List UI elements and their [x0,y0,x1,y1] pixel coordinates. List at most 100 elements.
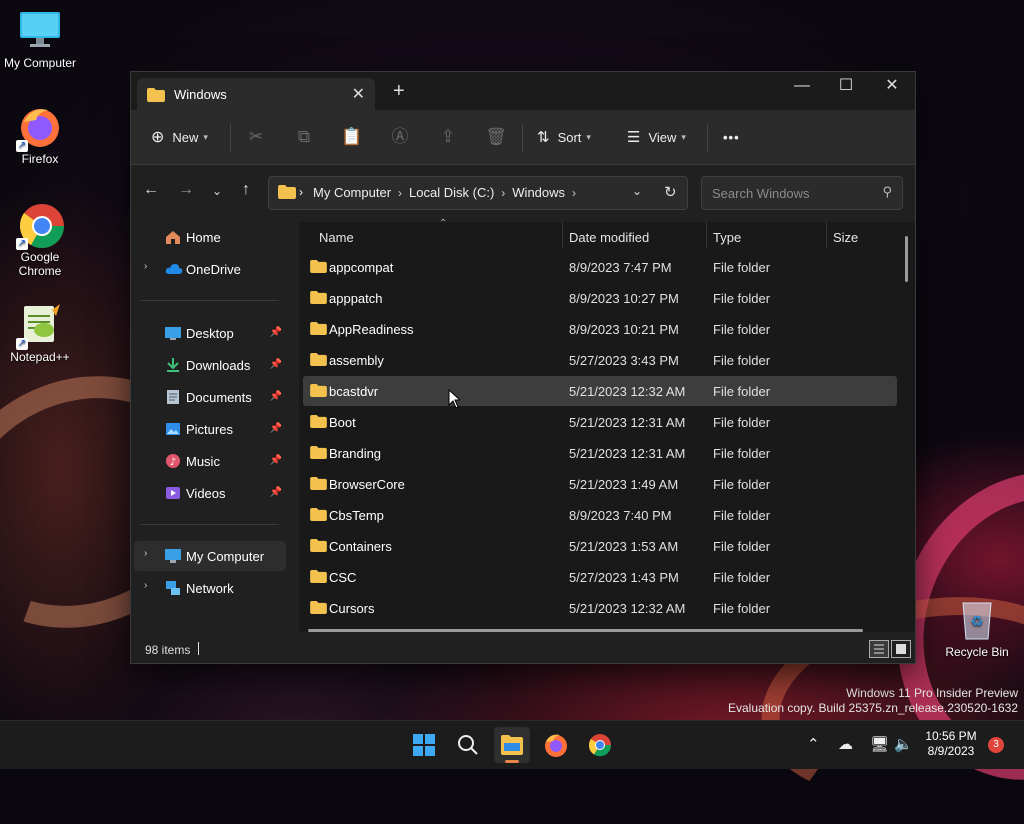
table-row[interactable]: AppReadiness 8/9/2023 10:21 PM File fold… [303,314,897,344]
table-row[interactable]: CSC 5/27/2023 1:43 PM File folder [303,562,897,592]
sidebar-item-network[interactable]: › Network [134,573,286,603]
desktop-icon-my-computer[interactable]: My Computer [0,8,80,70]
table-row[interactable]: Boot 5/21/2023 12:31 AM File folder [303,407,897,437]
sidebar-item-downloads[interactable]: Downloads 📌 [134,350,286,380]
search-box[interactable]: ⚲ [701,176,903,210]
rename-icon[interactable]: Ⓐ [389,126,411,148]
search-input[interactable] [710,183,874,203]
vertical-scrollbar[interactable] [905,236,908,282]
folder-icon [310,570,327,586]
desktop-icon-recycle-bin[interactable]: ♻ Recycle Bin [942,597,1012,659]
file-date: 8/9/2023 7:40 PM [569,508,672,523]
cloud-offline-icon[interactable]: ☁ [838,735,853,753]
close-tab-icon[interactable]: ✕ [352,84,365,104]
pin-icon[interactable]: 📌 [270,359,282,370]
horizontal-scrollbar[interactable] [308,629,863,632]
volume-icon[interactable]: 🔈 [894,735,913,753]
new-button[interactable]: ⊕ New ▾ [151,122,208,152]
desktop-icon-notepadpp[interactable]: ↗ Notepad++ [0,302,80,364]
start-button[interactable] [406,727,442,763]
paste-icon[interactable]: 📋 [341,126,363,148]
table-row[interactable]: appcompat 8/9/2023 7:47 PM File folder [303,252,897,282]
pin-icon[interactable]: 📌 [270,327,282,338]
taskbar-file-explorer[interactable] [494,727,530,763]
sidebar-item-videos[interactable]: Videos 📌 [134,478,286,508]
chevron-right-icon[interactable]: › [144,580,147,591]
clock[interactable]: 10:56 PM 8/9/2023 [920,729,982,759]
notification-badge[interactable]: 3 [988,737,1004,753]
sidebar-item-pictures[interactable]: Pictures 📌 [134,414,286,444]
chevron-right-icon[interactable]: › [144,261,147,272]
breadcrumb-windows[interactable]: Windows [512,185,565,200]
desktop-icon-chrome[interactable]: ↗ Google Chrome [0,202,80,278]
sidebar-item-music[interactable]: ♪ Music 📌 [134,446,286,476]
table-row[interactable]: Cursors 5/21/2023 12:32 AM File folder [303,593,897,623]
column-header-date-modified[interactable]: Date modified [563,222,707,254]
recent-locations-chevron-icon[interactable]: ⌄ [206,184,228,198]
sidebar-item-documents[interactable]: Documents 📌 [134,382,286,412]
tiles-view-icon[interactable] [891,640,911,658]
minimize-button[interactable]: — [779,72,825,102]
table-row[interactable]: Containers 5/21/2023 1:53 AM File folder [303,531,897,561]
close-window-button[interactable]: ✕ [869,72,915,102]
table-row[interactable]: apppatch 8/9/2023 10:27 PM File folder [303,283,897,313]
pin-icon[interactable]: 📌 [270,391,282,402]
pin-icon[interactable]: 📌 [270,423,282,434]
show-hidden-icons-chevron-icon[interactable]: ⌃ [807,735,820,753]
windows-logo-icon [413,734,435,756]
breadcrumb-chevron-icon: › [501,186,506,200]
file-name: CbsTemp [329,508,384,523]
plus-circle-icon: ⊕ [151,129,165,146]
status-bar: 98 items [131,634,915,662]
table-row[interactable]: BrowserCore 5/21/2023 1:49 AM File folde… [303,469,897,499]
column-header-type[interactable]: Type [707,222,827,254]
desktop-icon-firefox[interactable]: ↗ Firefox [0,104,80,166]
sidebar-item-my-computer[interactable]: › My Computer [134,541,286,571]
folder-icon [310,446,327,462]
copy-icon[interactable]: ⧉ [293,126,315,148]
forward-arrow-icon[interactable]: → [175,181,197,199]
cut-icon[interactable]: ✂ [245,126,267,148]
table-row[interactable]: CbsTemp 8/9/2023 7:40 PM File folder [303,500,897,530]
pin-icon[interactable]: 📌 [270,455,282,466]
address-history-chevron-icon[interactable]: ⌄ [632,184,642,198]
maximize-button[interactable]: ☐ [823,72,869,102]
recycle-bin-label: Recycle Bin [945,645,1009,659]
table-row[interactable]: bcastdvr 5/21/2023 12:32 AM File folder [303,376,897,406]
address-bar[interactable]: › My Computer › Local Disk (C:) › Windows › ⌄… [268,176,688,210]
sidebar-item-onedrive[interactable]: › OneDrive [134,254,286,284]
column-header-name[interactable]: Name ⌃ [313,218,563,254]
refresh-icon[interactable]: ↻ [664,183,677,201]
sidebar-item-desktop[interactable]: Desktop 📌 [134,318,286,348]
up-arrow-icon[interactable]: ↑ [235,181,257,199]
details-view-icon[interactable] [869,640,889,658]
tab-windows[interactable]: Windows ✕ [137,78,375,110]
taskbar-chrome[interactable] [582,727,618,763]
search-taskbar-button[interactable] [450,727,486,763]
delete-icon[interactable]: 🗑 [485,126,507,148]
breadcrumb-my-computer[interactable]: My Computer [313,185,391,200]
view-button[interactable]: ☰ View ▾ [627,122,686,152]
taskbar-firefox[interactable] [538,727,574,763]
breadcrumb-local-disk[interactable]: Local Disk (C:) [409,185,494,200]
folder-icon [310,291,327,307]
table-row[interactable]: Branding 5/21/2023 12:31 AM File folder [303,438,897,468]
new-tab-button[interactable]: + [393,81,405,101]
table-row[interactable]: assembly 5/27/2023 3:43 PM File folder [303,345,897,375]
search-icon[interactable]: ⚲ [882,184,892,200]
chevron-right-icon[interactable]: › [144,548,147,559]
back-arrow-icon[interactable]: ← [140,181,162,199]
pin-icon[interactable]: 📌 [270,487,282,498]
sidebar-item-home[interactable]: Home [134,222,286,252]
notepadpp-icon: ↗ [16,302,62,350]
file-name: Boot [329,415,356,430]
share-icon[interactable]: ⇪ [437,126,459,148]
column-header-size[interactable]: Size [827,222,907,254]
folder-icon [310,260,327,276]
pictures-icon [165,421,181,437]
see-more-button[interactable]: ••• [723,122,740,152]
network-icon[interactable]: 🖥 [870,735,889,753]
sort-button[interactable]: ⇅ Sort ▾ [537,122,591,152]
shortcut-arrow-icon: ↗ [16,140,28,152]
breadcrumb: My Computer › Local Disk (C:) › Windows › [313,185,583,200]
